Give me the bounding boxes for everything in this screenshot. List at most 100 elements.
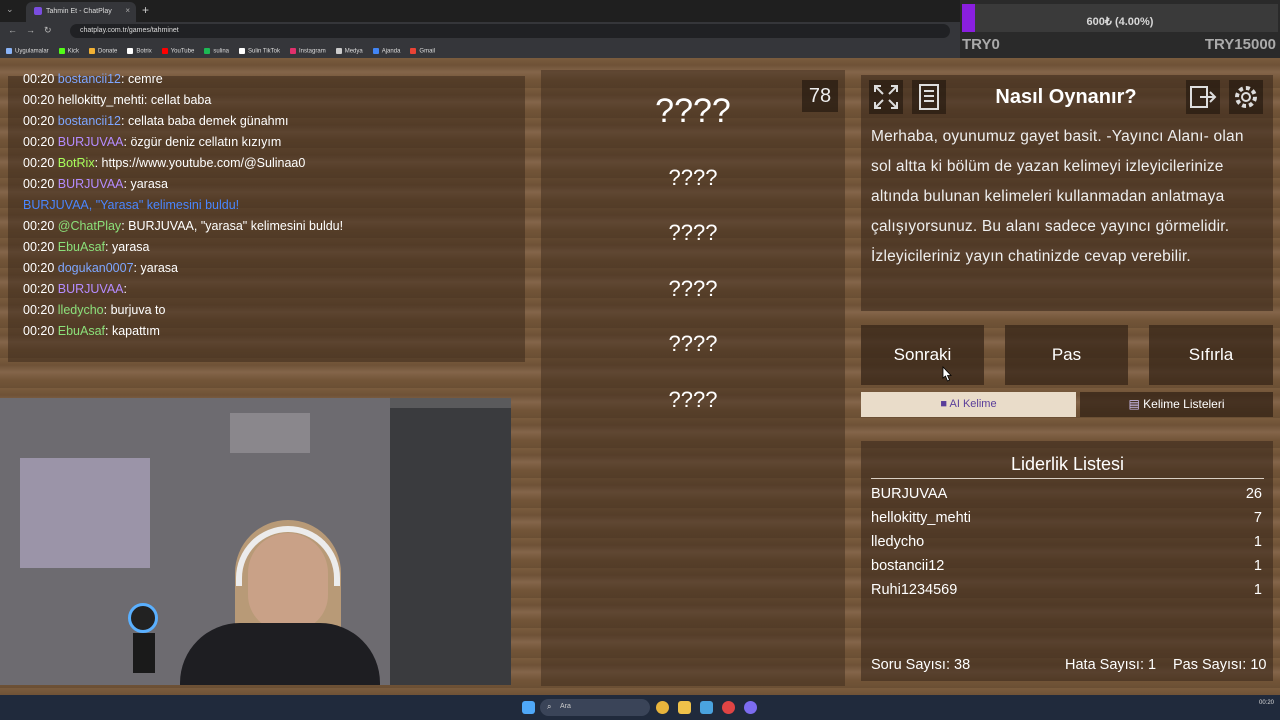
tab-search-icon[interactable]: ⌄ [6, 4, 14, 15]
bookmark-3[interactable]: Botrix [127, 48, 152, 55]
ai-word-label: AI Kelime [949, 398, 997, 410]
file-explorer-icon[interactable] [678, 701, 691, 714]
tab-title: Tahmin Et - ChatPlay [46, 7, 112, 15]
chat-username[interactable]: dogukan0007 [58, 261, 134, 275]
bookmark-2[interactable]: Donate [89, 48, 117, 55]
chat-username[interactable]: @ChatPlay [58, 219, 121, 233]
bookmark-icon [410, 48, 417, 55]
bookmark-icon [6, 48, 12, 55]
chat-username[interactable]: BotRix [58, 156, 95, 170]
bookmark-label: Medya [344, 49, 363, 55]
bookmark-10[interactable]: Gmail [410, 48, 435, 55]
bookmark-label: Botrix [136, 49, 152, 55]
bookmark-icon [161, 48, 168, 55]
url-field[interactable]: chatplay.com.tr/games/tahminet [70, 24, 950, 38]
chat-username[interactable]: BURJUVAA [58, 135, 124, 149]
search-placeholder: Ara [560, 703, 571, 710]
browser-tab[interactable]: Tahmin Et - ChatPlay × [26, 2, 136, 22]
webcam-streamer-body [180, 623, 380, 685]
forward-icon[interactable]: → [26, 25, 35, 35]
chat-time: 00:20 [23, 93, 55, 107]
bookmark-label: Gmail [419, 49, 436, 55]
words-board [541, 70, 845, 686]
app-icon-2[interactable] [722, 701, 735, 714]
taskbar-clock: 00:20 [1258, 700, 1274, 706]
chat-time: 00:20 [23, 135, 55, 149]
bookmark-icon [204, 48, 211, 55]
bookmark-7[interactable]: Instagram [290, 48, 326, 55]
goal-min-label: TRY0 [962, 36, 1000, 53]
webcam-feed [0, 398, 511, 685]
chat-username[interactable]: BURJUVAA [58, 177, 124, 191]
bookmark-9[interactable]: Ajanda [372, 48, 400, 55]
chat-log: 00:20 bostancii12: cemre 00:20 hellokitty… [23, 72, 523, 345]
fullscreen-icon[interactable] [869, 80, 903, 114]
pass-button[interactable]: Pas [1005, 325, 1128, 385]
chat-message: 00:20 EbuAsaf: kapattım [23, 324, 523, 345]
bookmark-8[interactable]: Medya [335, 48, 363, 55]
goal-progress-text: 600₺ (4.00%) [1086, 16, 1154, 28]
chat-username[interactable]: EbuAsaf [58, 240, 105, 254]
leaderboard-divider [871, 478, 1264, 479]
bookmark-label: YouTube [170, 49, 195, 55]
reset-button[interactable]: Sıfırla [1149, 325, 1273, 385]
back-icon[interactable]: ← [8, 25, 17, 35]
chat-username[interactable]: EbuAsaf [58, 324, 105, 338]
leaderboard-score: 1 [1253, 558, 1262, 574]
bookmark-5[interactable]: sulina [204, 48, 229, 55]
chat-text: : yarasa [133, 261, 179, 275]
chat-text: : yarasa [105, 240, 150, 254]
ai-word-button[interactable]: ■ AI Kelime [861, 392, 1076, 417]
chat-username[interactable]: BURJUVAA [58, 282, 124, 296]
chat-message: 00:20 @ChatPlay: BURJUVAA, "yarasa" keli… [23, 219, 523, 240]
mouse-cursor-icon [942, 366, 952, 382]
bookmark-icon [239, 48, 245, 55]
chat-message: 00:20 dogukan0007: yarasa [23, 261, 523, 282]
chat-time: 00:20 [23, 72, 55, 86]
gear-icon[interactable] [1229, 80, 1263, 114]
bookmark-icon [58, 48, 65, 55]
chat-time: 00:20 [23, 324, 55, 338]
discord-icon[interactable] [744, 701, 757, 714]
chat-message: 00:20 hellokitty_mehti: cellat baba [23, 93, 523, 114]
chat-text: : burjuva to [103, 303, 166, 317]
lamp-base [133, 633, 155, 673]
bookmark-label: Uygulamalar [15, 49, 49, 55]
forbidden-word: ???? [668, 220, 718, 245]
leaderboard-score: 1 [1253, 534, 1262, 550]
bookmark-0[interactable]: Uygulamalar [6, 48, 49, 55]
goal-progress-bar: 600₺ (4.00%) [962, 4, 1278, 32]
chrome-icon[interactable] [656, 701, 669, 714]
chat-username[interactable]: hellokitty_mehti [58, 93, 144, 107]
taskbar-search[interactable]: ⌕ Ara [540, 699, 650, 716]
leaderboard-name: hellokitty_mehti [871, 510, 971, 526]
info-title: Nasıl Oynanır? [995, 86, 1137, 108]
bookmark-1[interactable]: Kick [58, 48, 80, 55]
chat-username[interactable]: lledycho [58, 303, 104, 317]
bookmark-6[interactable]: Sulin TikTok [239, 48, 280, 55]
notes-icon[interactable] [912, 80, 946, 114]
chat-text: : yarasa [123, 177, 168, 191]
chat-time: 00:20 [23, 261, 55, 275]
chat-time: 00:20 [23, 303, 55, 317]
chat-username[interactable]: bostancii12 [58, 72, 121, 86]
chat-username[interactable]: bostancii12 [58, 114, 121, 128]
bookmark-label: Instagram [299, 49, 326, 55]
leaderboard-row: Ruhi1234569 1 [871, 582, 1262, 602]
leaderboard-name: bostancii12 [871, 558, 945, 574]
close-tab-icon[interactable]: × [125, 6, 130, 15]
target-word: ???? [655, 92, 731, 130]
bookmark-label: Sulin TikTok [248, 49, 281, 55]
app-icon[interactable] [700, 701, 713, 714]
leaderboard-score: 26 [1245, 486, 1262, 502]
reload-icon[interactable]: ↻ [44, 25, 52, 36]
windows-start-icon[interactable] [522, 701, 535, 714]
word-lists-button[interactable]: ▤ Kelime Listeleri [1080, 392, 1273, 417]
chat-message: 00:20 lledycho: burjuva to [23, 303, 523, 324]
logout-icon[interactable] [1186, 80, 1220, 114]
new-tab-button[interactable]: + [142, 3, 149, 17]
bookmark-icon [335, 48, 342, 55]
bookmark-label: Kick [67, 49, 80, 55]
next-button[interactable]: Sonraki [861, 325, 984, 385]
bookmark-4[interactable]: YouTube [161, 48, 195, 55]
